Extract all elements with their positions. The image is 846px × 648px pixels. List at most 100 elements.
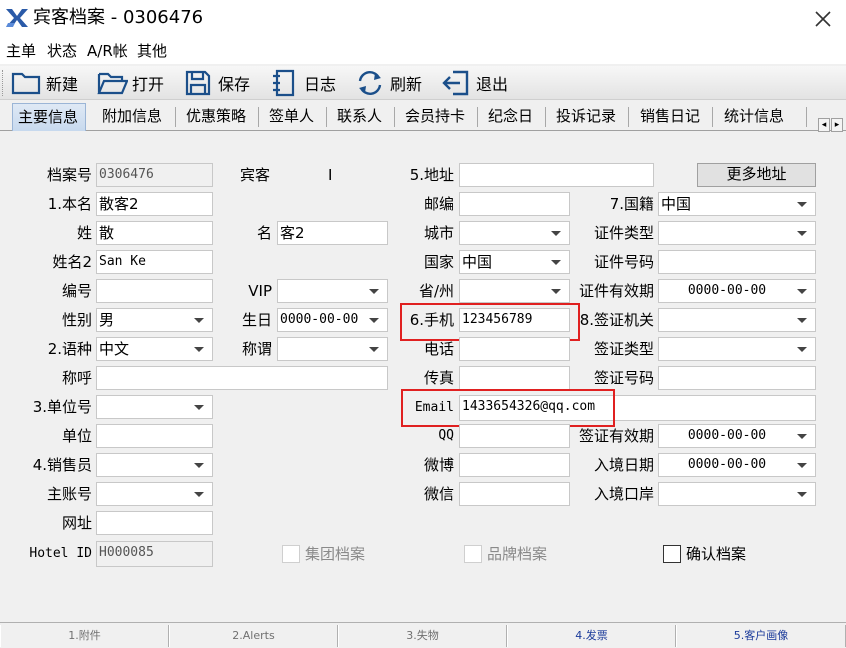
exit-button[interactable]: 退出 (440, 68, 508, 98)
profile-no-field[interactable]: 0306476 (96, 163, 213, 187)
code-input[interactable] (96, 279, 213, 303)
visa-type-label: 签证类型 (593, 340, 654, 358)
guest-type-value: I (328, 166, 333, 184)
id-type-select[interactable] (658, 221, 816, 245)
tab-separator (712, 107, 713, 127)
confirm-profile-label: 确认档案 (686, 545, 747, 563)
visa-expiry-date-picker[interactable]: 0000-00-00 (658, 424, 816, 448)
menu-ar-account[interactable]: A/R帐 (87, 41, 128, 61)
open-folder-icon (97, 72, 128, 95)
qq-input[interactable] (459, 424, 570, 448)
bottom-tab-invoices[interactable]: 4.发票 (507, 625, 676, 647)
weibo-input[interactable] (459, 453, 570, 477)
visa-authority-select[interactable] (658, 308, 816, 332)
close-button[interactable] (800, 0, 846, 38)
visa-expiry-label: 签证有效期 (578, 427, 654, 445)
id-expiry-date-picker[interactable]: 0000-00-00 (658, 279, 816, 303)
tab-signers[interactable]: 签单人 (267, 103, 316, 131)
salesperson-select[interactable] (96, 453, 213, 477)
entry-port-select[interactable] (658, 482, 816, 506)
salesperson-label: 4.销售员 (32, 456, 92, 474)
language-select[interactable]: 中文 (96, 337, 213, 361)
full-name-input[interactable]: 散客2 (96, 192, 213, 216)
province-select[interactable] (459, 279, 570, 303)
tab-anniversaries[interactable]: 纪念日 (486, 103, 535, 131)
tab-scroll-right-button[interactable]: ▸ (831, 118, 843, 132)
province-label: 省/州 (418, 282, 454, 300)
company-no-select[interactable] (96, 395, 213, 419)
title-select[interactable] (277, 337, 388, 361)
title-label: 称谓 (241, 340, 272, 358)
menu-status[interactable]: 状态 (47, 41, 77, 61)
app-logo-icon (6, 9, 28, 27)
postal-input[interactable] (459, 192, 570, 216)
tab-separator (806, 107, 807, 127)
tab-sales-diary[interactable]: 销售日记 (638, 103, 702, 131)
bottom-tab-lost-found[interactable]: 3.失物 (338, 625, 507, 647)
new-button-label: 新建 (46, 75, 79, 94)
tab-separator (545, 107, 546, 127)
window-title: 宾客档案 - 0306476 (33, 7, 204, 28)
tab-separator (477, 107, 478, 127)
address-label: 5.地址 (409, 166, 454, 184)
nationality-select[interactable]: 中国 (658, 192, 816, 216)
refresh-button[interactable]: 刷新 (354, 68, 422, 98)
visa-type-select[interactable] (658, 337, 816, 361)
nationality-label: 7.国籍 (609, 195, 654, 213)
tab-additional-info[interactable]: 附加信息 (100, 103, 164, 131)
menu-other[interactable]: 其他 (137, 41, 167, 61)
tab-discount-policy[interactable]: 优惠策略 (184, 103, 248, 131)
bottom-tab-customer-profile[interactable]: 5.客户画像 (676, 625, 846, 647)
tab-statistics[interactable]: 统计信息 (722, 103, 786, 131)
open-button[interactable]: 打开 (96, 68, 164, 98)
new-button[interactable]: 新建 (10, 68, 78, 98)
wechat-label: 微信 (423, 485, 454, 503)
save-button-label: 保存 (218, 75, 251, 94)
master-account-select[interactable] (96, 482, 213, 506)
company-label: 单位 (61, 427, 92, 445)
city-select[interactable] (459, 221, 570, 245)
save-button[interactable]: 保存 (182, 68, 250, 98)
menu-main[interactable]: 主单 (6, 41, 36, 61)
country-select[interactable]: 中国 (459, 250, 570, 274)
bottom-tab-alerts[interactable]: 2.Alerts (169, 625, 338, 647)
log-button[interactable]: 日志 (268, 68, 336, 98)
master-account-label: 主账号 (46, 485, 92, 503)
menu-bar: 主单 状态 A/R帐 其他 (0, 38, 846, 64)
qq-label: QQ (438, 428, 454, 443)
birthday-date-picker[interactable]: 0000-00-00 (277, 308, 388, 332)
more-address-button[interactable]: 更多地址 (697, 163, 816, 187)
tab-complaints[interactable]: 投诉记录 (554, 103, 618, 131)
phone-input[interactable] (459, 337, 570, 361)
address-input[interactable] (459, 163, 654, 187)
visa-no-input[interactable] (658, 366, 816, 390)
tab-main-info[interactable]: 主要信息 (12, 103, 86, 131)
tab-member-cards[interactable]: 会员持卡 (403, 103, 467, 131)
entry-date-picker[interactable]: 0000-00-00 (658, 453, 816, 477)
vip-select[interactable] (277, 279, 388, 303)
tab-scroll-left-button[interactable]: ◂ (818, 118, 830, 132)
fax-input[interactable] (459, 366, 570, 390)
entry-date-label: 入境日期 (593, 456, 654, 474)
log-button-label: 日志 (304, 75, 337, 94)
country-label: 国家 (423, 253, 454, 271)
toolbar-grip[interactable] (2, 70, 6, 96)
wechat-input[interactable] (459, 482, 570, 506)
tab-contacts[interactable]: 联系人 (335, 103, 384, 131)
surname2-label: 姓名2 (52, 253, 92, 271)
confirm-profile-checkbox[interactable] (663, 545, 681, 563)
gender-select[interactable]: 男 (96, 308, 213, 332)
bottom-tab-attachments[interactable]: 1.附件 (0, 625, 169, 647)
id-number-label: 证件号码 (593, 253, 654, 271)
surname2-input[interactable]: San Ke (96, 250, 213, 274)
group-profile-checkbox[interactable] (282, 545, 300, 563)
hotel-id-field[interactable]: H000085 (96, 541, 213, 567)
given-name-input[interactable]: 客2 (277, 221, 388, 245)
brand-profile-checkbox[interactable] (464, 545, 482, 563)
surname-input[interactable]: 散 (96, 221, 213, 245)
id-number-input[interactable] (658, 250, 816, 274)
website-input[interactable] (96, 511, 213, 535)
log-notebook-icon (273, 69, 295, 97)
company-input[interactable] (96, 424, 213, 448)
salutation-input[interactable] (96, 366, 388, 390)
